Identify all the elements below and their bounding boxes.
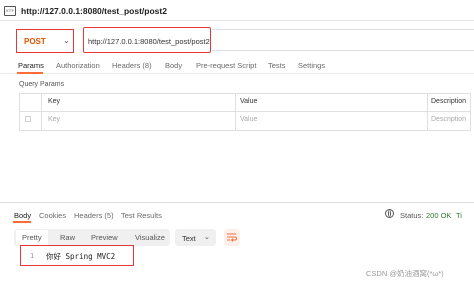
tabs-divider: [0, 73, 474, 74]
table-column-divider: [235, 93, 236, 131]
tab-params[interactable]: Params: [18, 61, 44, 70]
active-response-tab-indicator: [13, 221, 31, 223]
tab-authorization[interactable]: Authorization: [56, 61, 100, 70]
table-column-divider: [41, 93, 42, 131]
url-field-extension[interactable]: [212, 29, 474, 51]
key-input[interactable]: Key: [48, 116, 60, 123]
http-request-icon: HTTP: [4, 6, 16, 16]
query-params-label: Query Params: [19, 81, 65, 88]
description-input[interactable]: Description: [431, 116, 466, 123]
globe-icon[interactable]: [385, 209, 394, 218]
tab-tests[interactable]: Tests: [268, 61, 286, 70]
column-header-description: Description: [431, 98, 467, 105]
header-divider: [0, 20, 474, 21]
watermark: CSDN @奶油酒窝(*ω*): [366, 269, 444, 278]
value-input[interactable]: Value: [240, 116, 257, 123]
status-label: Status:: [400, 211, 424, 220]
method-label: POST: [24, 37, 46, 46]
active-tab-indicator: [17, 72, 43, 74]
view-visualize-button[interactable]: Visualize: [135, 233, 165, 242]
view-raw-button[interactable]: Raw: [60, 233, 75, 242]
column-header-key: Key: [48, 98, 61, 105]
format-label: Text: [182, 234, 196, 243]
response-tab-test-results[interactable]: Test Results: [121, 211, 162, 220]
url-text: http://127.0.0.1:8080/test_post/post2: [88, 37, 210, 46]
tab-pre-request-script[interactable]: Pre-request Script: [196, 61, 256, 70]
table-row-divider: [19, 111, 471, 112]
line-number: 1: [30, 252, 35, 260]
wrap-lines-icon[interactable]: [224, 229, 240, 246]
row-checkbox[interactable]: [25, 116, 31, 122]
response-tab-cookies[interactable]: Cookies: [39, 211, 66, 220]
response-tab-headers[interactable]: Headers (5): [74, 211, 114, 220]
view-pretty-button[interactable]: Pretty: [22, 233, 42, 242]
response-tab-body[interactable]: Body: [14, 211, 31, 220]
response-body-text: 你好 Spring MVC2: [46, 252, 116, 261]
column-header-value: Value: [240, 98, 258, 105]
response-divider: [0, 202, 474, 203]
table-column-divider: [427, 93, 428, 131]
view-preview-button[interactable]: Preview: [91, 233, 118, 242]
status-value[interactable]: 200 OK: [426, 211, 451, 220]
tab-body[interactable]: Body: [165, 61, 182, 70]
tab-headers[interactable]: Headers (8): [112, 61, 152, 70]
chevron-down-icon: ⌄: [204, 234, 210, 241]
request-title: http://127.0.0.1:8080/test_post/post2: [21, 6, 167, 16]
chevron-down-icon: ⌄: [63, 36, 70, 45]
response-size-value[interactable]: Ti: [456, 211, 462, 220]
tab-settings[interactable]: Settings: [298, 61, 325, 70]
